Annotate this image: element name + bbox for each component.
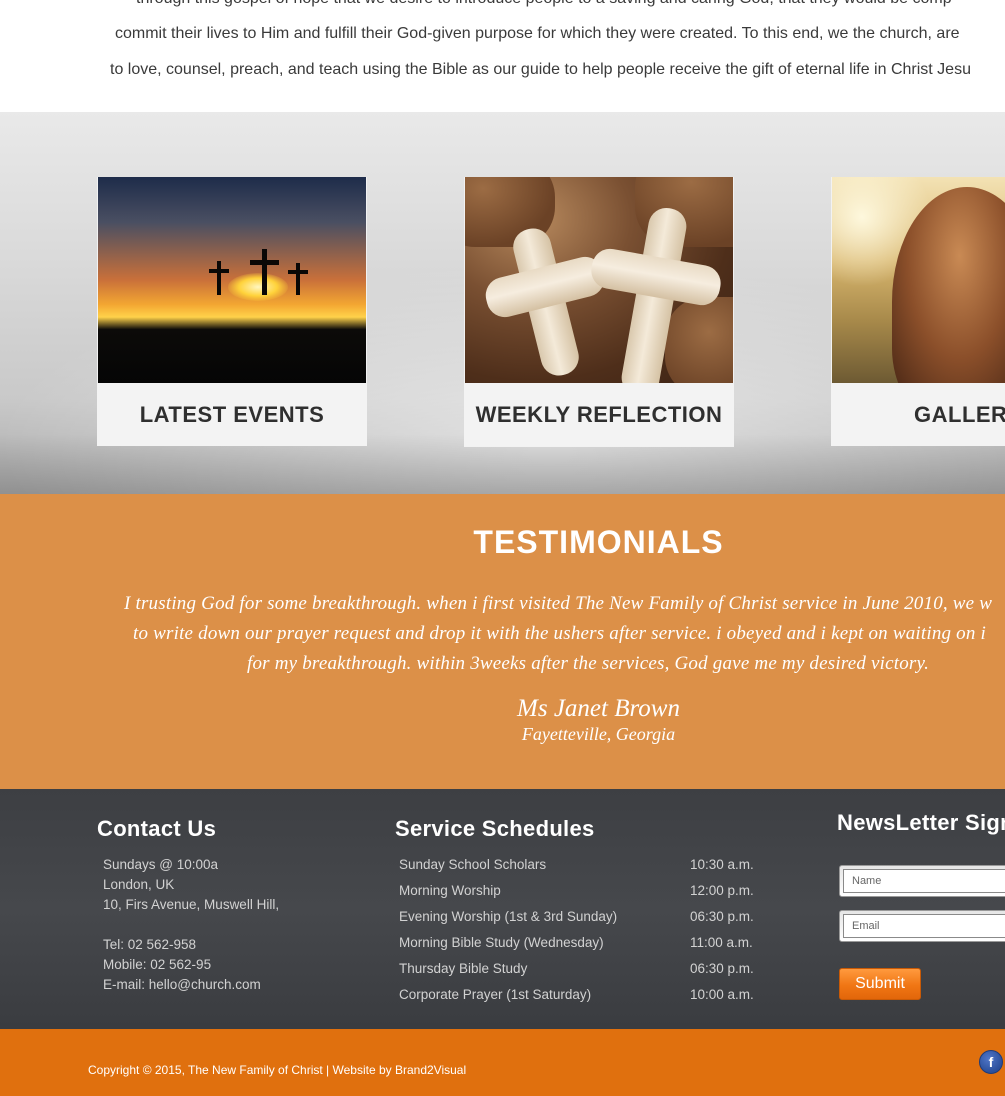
contact-mobile: Mobile: 02 562-95: [103, 957, 212, 972]
card-title[interactable]: LATEST EVENTS: [97, 383, 367, 446]
schedule-name: Sunday School Scholars: [399, 857, 547, 872]
schedule-time: 06:30 p.m.: [690, 909, 754, 924]
sun-glow: [228, 273, 288, 301]
mission-line: to love, counsel, preach, and teach usin…: [110, 61, 971, 78]
card-title[interactable]: GALLERY: [831, 383, 1005, 446]
mission-line: through this gospel of hope that we desi…: [136, 0, 952, 8]
cross-shape: [217, 261, 221, 295]
cross-shape: [288, 270, 308, 274]
testimonial-quote-line: to write down our prayer request and dro…: [133, 623, 987, 644]
mission-line: commit their lives to Him and fulfill th…: [115, 25, 960, 42]
contact-city: London, UK: [103, 877, 175, 892]
newsletter-name-wrapper: [839, 865, 1005, 897]
testimonial-quote-line: I trusting God for some breakthrough. wh…: [124, 593, 993, 614]
schedule-time: 10:00 a.m.: [690, 987, 754, 1002]
contact-email[interactable]: E-mail: hello@church.com: [103, 977, 261, 992]
schedule-time: 12:00 p.m.: [690, 883, 754, 898]
sunset-crosses-image[interactable]: [98, 177, 366, 383]
schedule-time: 10:30 a.m.: [690, 857, 754, 872]
feature-band: LATEST EVENTS WEEKLY REFLECTION GALLERY: [0, 112, 1005, 494]
testimonial-location: Fayetteville, Georgia: [521, 724, 676, 744]
testimonial-author: Ms Janet Brown: [517, 695, 680, 722]
girl-in-field-image[interactable]: [832, 177, 1005, 383]
latest-events-card[interactable]: LATEST EVENTS: [97, 177, 367, 446]
contact-address: 10, Firs Avenue, Muswell Hill,: [103, 897, 280, 912]
footer-info: Contact Us Sundays @ 10:00a London, UK 1…: [0, 789, 1005, 1029]
testimonials-heading: TESTIMONIALS: [473, 524, 724, 560]
cross-shape: [262, 249, 267, 295]
schedule-name: Corporate Prayer (1st Saturday): [399, 987, 592, 1002]
schedule-time: 06:30 p.m.: [690, 961, 754, 976]
newsletter-name-input[interactable]: [843, 869, 1005, 893]
mission-statement: through this gospel of hope that we desi…: [0, 0, 1005, 112]
newsletter-submit-button[interactable]: Submit: [839, 968, 921, 1000]
testimonials-section: TESTIMONIALS I trusting God for some bre…: [0, 494, 1005, 789]
schedule-name: Thursday Bible Study: [399, 961, 528, 976]
wood-piece: [665, 297, 733, 383]
card-title[interactable]: WEEKLY REFLECTION: [464, 383, 734, 446]
schedule-time: 11:00 a.m.: [690, 935, 753, 950]
newsletter-email-wrapper: [839, 910, 1005, 942]
schedule-name: Evening Worship (1st & 3rd Sunday): [399, 909, 618, 924]
gallery-card[interactable]: GALLERY: [831, 177, 1005, 446]
cross-shape: [250, 260, 279, 265]
copyright-text[interactable]: Copyright © 2015, The New Family of Chri…: [88, 1063, 466, 1077]
testimonial-quote-line: for my breakthrough. within 3weeks after…: [247, 653, 930, 674]
wooden-crosses-image[interactable]: [465, 177, 733, 383]
schedule-name: Morning Worship: [399, 883, 501, 898]
contact-phone: Tel: 02 562-958: [103, 937, 197, 952]
schedules-heading: Service Schedules: [395, 816, 595, 841]
contact-heading: Contact Us: [97, 816, 217, 841]
cross-shape: [209, 269, 229, 273]
copyright-bar: Copyright © 2015, The New Family of Chri…: [0, 1029, 1005, 1096]
schedule-name: Morning Bible Study (Wednesday): [399, 935, 604, 950]
contact-hours: Sundays @ 10:00a: [103, 857, 219, 872]
newsletter-heading: NewsLetter Sign: [837, 810, 1005, 835]
newsletter-email-input[interactable]: [843, 914, 1005, 938]
cross-shape: [296, 263, 300, 295]
weekly-reflection-card[interactable]: WEEKLY REFLECTION: [464, 177, 734, 447]
facebook-icon[interactable]: f: [979, 1050, 1003, 1074]
